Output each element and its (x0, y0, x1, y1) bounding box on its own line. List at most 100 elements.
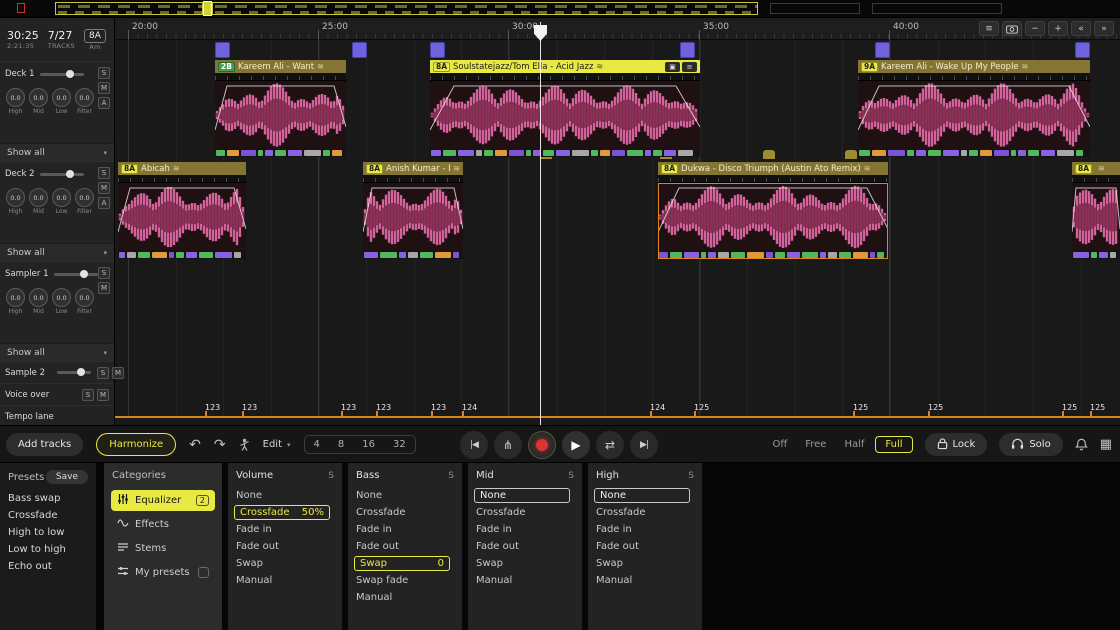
loop-marker[interactable] (1075, 42, 1090, 58)
s-button[interactable]: S (98, 167, 110, 179)
preset-item[interactable]: Bass swap (0, 490, 96, 507)
clip-snapshot-icon[interactable]: ▣ (665, 62, 680, 72)
category-stems[interactable]: Stems (111, 538, 215, 559)
eq-knob-low[interactable]: 0.0Low (51, 288, 72, 315)
cue-marker[interactable] (763, 150, 775, 159)
timeline-clip[interactable]: 9A Kareem Ali - Wake Up My People ≋ (858, 60, 1090, 157)
m-button[interactable]: M (98, 82, 110, 94)
playhead[interactable] (540, 22, 541, 425)
clip-waveform[interactable] (363, 183, 463, 251)
mode-off-button[interactable]: Off (765, 437, 794, 452)
overview-region[interactable] (55, 2, 203, 15)
tempo-point[interactable] (694, 411, 696, 418)
band-option-crossfade[interactable]: Crossfade50% (234, 505, 330, 520)
clip-waveform[interactable] (215, 81, 346, 149)
cue-marker[interactable] (845, 150, 857, 159)
s-button[interactable]: S (97, 367, 109, 379)
m-button[interactable]: M (112, 367, 124, 379)
category-effects[interactable]: Effects (111, 514, 215, 535)
timeline-clip[interactable]: 8A ≋ (1072, 162, 1120, 259)
slider-thumb[interactable] (77, 368, 85, 376)
m-button[interactable]: M (97, 389, 109, 401)
metronome-button[interactable]: ⋔ (494, 431, 522, 459)
overview-region-dim[interactable] (770, 3, 860, 14)
loop-button[interactable]: ⇄ (596, 431, 624, 459)
tempo-automation-line[interactable] (115, 416, 1120, 418)
eq-knob-filter[interactable]: 0.0Filter (74, 88, 95, 115)
loop-marker[interactable] (430, 42, 445, 58)
band-option-fade-in[interactable]: Fade in (468, 521, 582, 538)
tempo-point[interactable] (853, 411, 855, 418)
band-option-manual[interactable]: Manual (588, 572, 702, 589)
overview-region-dim[interactable] (872, 3, 1002, 14)
band-option-none[interactable]: None (228, 487, 342, 504)
band-option-fade-out[interactable]: Fade out (348, 538, 462, 555)
options-list-icon[interactable]: ≡ (979, 21, 999, 36)
band-option-swap[interactable]: Swap (228, 555, 342, 572)
clip-header[interactable]: 2B Kareem Ali - Want ≋ (215, 60, 346, 73)
clip-list-icon[interactable]: ≡ (682, 62, 697, 72)
timeline-clip[interactable]: 8A Abicah ≋ (118, 162, 246, 259)
band-solo-button[interactable]: S (328, 471, 334, 481)
timeline-clip[interactable]: 8A Anish Kumar - Mer ≋ (363, 162, 463, 259)
humanize-icon[interactable] (239, 438, 250, 452)
volume-slider[interactable] (40, 173, 84, 176)
volume-slider[interactable] (40, 73, 84, 76)
band-option-fade-in[interactable]: Fade in (348, 521, 462, 538)
solo-button[interactable]: Solo (999, 433, 1062, 456)
band-option-crossfade[interactable]: Crossfade (348, 504, 462, 521)
band-option-swap[interactable]: Swap0 (354, 556, 450, 571)
loop-marker[interactable] (215, 42, 230, 58)
slider-thumb[interactable] (80, 270, 88, 278)
arrangement-overview[interactable] (0, 0, 1120, 18)
band-option-none[interactable]: None (348, 487, 462, 504)
clip-waveform[interactable] (658, 183, 888, 251)
skip-forward-icon[interactable]: » (1094, 21, 1114, 36)
band-option-none[interactable]: None (594, 488, 690, 503)
eq-knob-high[interactable]: 0.0High (5, 288, 26, 315)
quantize-32-button[interactable]: 32 (384, 436, 415, 453)
volume-slider[interactable] (57, 371, 91, 374)
tempo-point[interactable] (1090, 411, 1092, 418)
redo-button[interactable]: ↷ (214, 437, 226, 453)
s-button[interactable]: S (98, 267, 110, 279)
preset-item[interactable]: Echo out (0, 558, 96, 575)
preset-item[interactable]: High to low (0, 524, 96, 541)
tempo-point[interactable] (1062, 411, 1064, 418)
previous-track-button[interactable]: |◀ (460, 431, 488, 459)
zoom-out-icon[interactable]: − (1025, 21, 1045, 36)
harmonize-button[interactable]: Harmonize (96, 433, 176, 456)
clip-header[interactable]: 8A ≋ (1072, 162, 1120, 175)
show-all-dropdown[interactable]: Show all▾ (0, 243, 114, 261)
tempo-point[interactable] (205, 411, 207, 418)
category-equalizer[interactable]: Equalizer 2 (111, 490, 215, 511)
tempo-point[interactable] (650, 411, 652, 418)
eq-knob-high[interactable]: 0.0High (5, 188, 26, 215)
band-option-manual[interactable]: Manual (468, 572, 582, 589)
timeline-clip[interactable]: 2B Kareem Ali - Want ≋ (215, 60, 346, 157)
play-button[interactable]: ▶ (562, 431, 590, 459)
preset-item[interactable]: Crossfade (0, 507, 96, 524)
edit-dropdown[interactable]: Edit▾ (263, 439, 291, 450)
clip-header[interactable]: 8A Anish Kumar - Mer ≋ (363, 162, 463, 175)
undo-button[interactable]: ↶ (189, 437, 201, 453)
band-solo-button[interactable]: S (688, 471, 694, 481)
snapshot-icon[interactable] (1002, 21, 1022, 36)
timeline[interactable]: 2B Kareem Ali - Want ≋ 8A Soulstatejazz/… (115, 18, 1120, 425)
zoom-in-icon[interactable]: + (1048, 21, 1068, 36)
band-option-swap[interactable]: Swap (588, 555, 702, 572)
band-solo-button[interactable]: S (448, 471, 454, 481)
band-option-swap[interactable]: Swap (468, 555, 582, 572)
eq-knob-mid[interactable]: 0.0Mid (28, 288, 49, 315)
timeline-clip[interactable]: 8A Dukwa - Disco Triumph (Austin Ato Rem… (658, 162, 888, 259)
band-option-swap-fade[interactable]: Swap fade (348, 572, 462, 589)
add-tracks-button[interactable]: Add tracks (6, 433, 83, 456)
quantize-16-button[interactable]: 16 (353, 436, 384, 453)
clip-header[interactable]: 9A Kareem Ali - Wake Up My People ≋ (858, 60, 1090, 73)
record-button[interactable] (528, 431, 556, 459)
tempo-point[interactable] (341, 411, 343, 418)
quantize-8-button[interactable]: 8 (329, 436, 353, 453)
show-all-dropdown[interactable]: Show all▾ (0, 343, 114, 361)
next-track-button[interactable]: ▶| (630, 431, 658, 459)
tempo-point[interactable] (376, 411, 378, 418)
